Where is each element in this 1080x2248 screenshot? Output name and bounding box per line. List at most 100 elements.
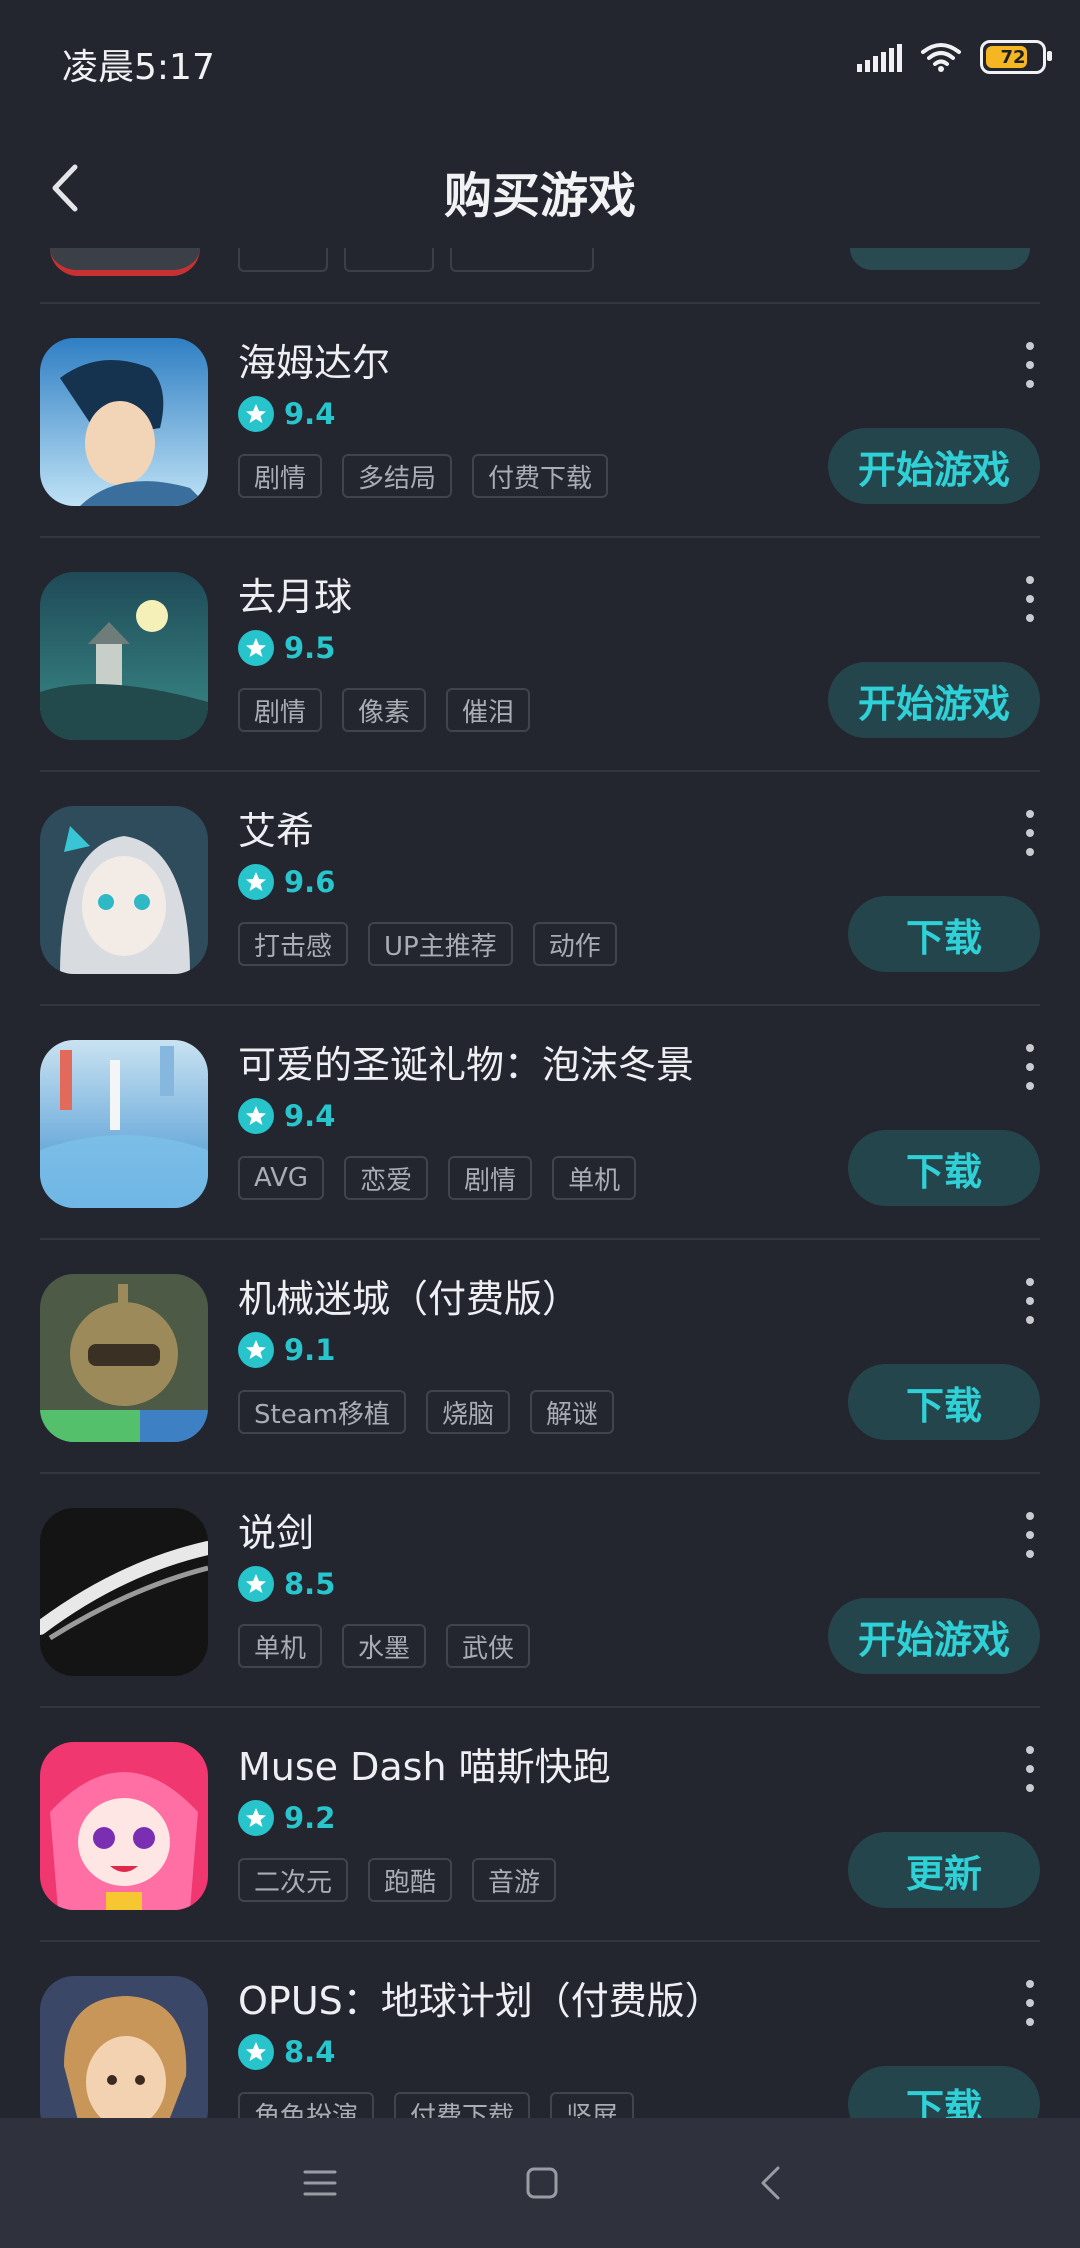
rating: 9.2 — [238, 1800, 335, 1836]
list-item[interactable]: Muse Dash 喵斯快跑 9.2 二次元 跑酷 音游 更新 — [0, 1708, 1080, 1940]
more-options-icon[interactable] — [1024, 1044, 1036, 1090]
tag[interactable]: 催泪 — [446, 688, 531, 732]
app-icon[interactable] — [40, 572, 208, 740]
rating: 8.5 — [238, 1566, 335, 1602]
download-button[interactable]: 下载 — [848, 1364, 1040, 1440]
rating-value: 9.1 — [284, 1333, 336, 1367]
tag[interactable]: 多结局 — [342, 454, 453, 498]
list-item[interactable]: 去月球 9.5 剧情 像素 催泪 开始游戏 — [0, 538, 1080, 770]
tag-list: Steam移植 烧脑 解谜 — [238, 1390, 614, 1434]
tag[interactable]: 武侠 — [446, 1624, 531, 1668]
tag[interactable]: 音游 — [472, 1858, 557, 1902]
header: 购买游戏 — [0, 118, 1080, 248]
star-icon — [238, 630, 274, 666]
tag-list: 二次元 跑酷 音游 — [238, 1858, 557, 1902]
start-game-button[interactable]: 开始游戏 — [828, 1598, 1040, 1674]
app-name: 可爱的圣诞礼物：泡沫冬景 — [238, 1043, 695, 1087]
list-item-partial[interactable] — [40, 248, 1040, 304]
tag[interactable]: 恋爱 — [344, 1156, 429, 1200]
more-options-icon[interactable] — [1024, 810, 1036, 856]
app-icon[interactable] — [40, 1742, 208, 1910]
tag[interactable]: 剧情 — [238, 688, 323, 732]
app-icon[interactable] — [40, 1274, 208, 1442]
star-icon — [238, 1332, 274, 1368]
tag[interactable]: 动作 — [532, 922, 617, 966]
rating: 9.5 — [238, 630, 335, 666]
tag[interactable]: 解谜 — [529, 1390, 614, 1434]
star-icon — [238, 1566, 274, 1602]
game-list[interactable]: 海姆达尔 9.4 剧情 多结局 付费下载 开始游戏 去月球 9.5 剧情 像素 … — [0, 248, 1080, 2118]
rating-value: 9.6 — [284, 865, 336, 899]
rating-value: 8.5 — [284, 1567, 336, 1601]
tag[interactable]: 像素 — [342, 688, 427, 732]
more-options-icon[interactable] — [1024, 1512, 1036, 1558]
tag[interactable]: 付费下载 — [472, 454, 609, 498]
action-button-partial[interactable] — [850, 248, 1030, 270]
rating: 9.4 — [238, 396, 335, 432]
tag-list: 剧情 多结局 付费下载 — [238, 454, 609, 498]
app-name: OPUS：地球计划（付费版） — [238, 1979, 723, 2023]
back-icon[interactable] — [740, 2158, 800, 2208]
tag[interactable]: 剧情 — [238, 454, 323, 498]
tag[interactable]: UP主推荐 — [368, 922, 513, 966]
update-button[interactable]: 更新 — [848, 1832, 1040, 1908]
page-title: 购买游戏 — [443, 168, 636, 224]
tag[interactable]: 剧情 — [448, 1156, 533, 1200]
tag[interactable]: 烧脑 — [425, 1390, 510, 1434]
wifi-icon — [921, 43, 961, 72]
app-icon[interactable] — [40, 1508, 208, 1676]
star-icon — [238, 396, 274, 432]
home-icon[interactable] — [512, 2158, 572, 2208]
list-item[interactable]: 可爱的圣诞礼物：泡沫冬景 9.4 AVG 恋爱 剧情 单机 下载 — [0, 1006, 1080, 1238]
rating: 8.4 — [238, 2034, 335, 2070]
menu-icon[interactable] — [290, 2158, 350, 2208]
app-icon[interactable] — [40, 806, 208, 974]
list-item[interactable]: 艾希 9.6 打击感 UP主推荐 动作 下载 — [0, 772, 1080, 1004]
tag[interactable]: AVG — [238, 1156, 325, 1200]
rating: 9.4 — [238, 1098, 335, 1134]
tag[interactable]: 付费下载 — [394, 2092, 531, 2118]
star-icon — [238, 1098, 274, 1134]
more-options-icon[interactable] — [1024, 1746, 1036, 1792]
status-icons: 72 — [857, 40, 1052, 74]
app-name: 艾希 — [238, 809, 315, 853]
rating-value: 9.5 — [284, 631, 336, 665]
list-item[interactable]: 机械迷城（付费版） 9.1 Steam移植 烧脑 解谜 下载 — [0, 1240, 1080, 1472]
tag[interactable]: 单机 — [552, 1156, 637, 1200]
status-bar: 凌晨5:17 72 — [0, 0, 1080, 118]
tag[interactable]: 单机 — [238, 1624, 323, 1668]
app-name: 机械迷城（付费版） — [238, 1277, 581, 1321]
app-icon[interactable] — [40, 1976, 208, 2118]
battery-level: 72 — [1000, 46, 1026, 68]
start-game-button[interactable]: 开始游戏 — [828, 662, 1040, 738]
tag-list: AVG 恋爱 剧情 单机 — [238, 1156, 637, 1200]
tag-list: 打击感 UP主推荐 动作 — [238, 922, 617, 966]
signal-icon — [857, 42, 902, 72]
list-item[interactable]: 说剑 8.5 单机 水墨 武侠 开始游戏 — [0, 1474, 1080, 1706]
app-name: 说剑 — [238, 1511, 315, 1555]
tag-list: 角色扮演 付费下载 坚屏 — [238, 2092, 635, 2118]
tag[interactable]: Steam移植 — [238, 1390, 406, 1434]
download-button[interactable]: 下载 — [848, 1130, 1040, 1206]
system-nav-bar — [0, 2118, 1080, 2248]
download-button[interactable]: 下载 — [848, 2066, 1040, 2118]
tag[interactable]: 二次元 — [238, 1858, 349, 1902]
more-options-icon[interactable] — [1024, 576, 1036, 622]
tag[interactable]: 跑酷 — [368, 1858, 453, 1902]
more-options-icon[interactable] — [1024, 1980, 1036, 2026]
tag[interactable]: 角色扮演 — [238, 2092, 375, 2118]
download-button[interactable]: 下载 — [848, 896, 1040, 972]
app-icon[interactable] — [40, 338, 208, 506]
tag[interactable]: 水墨 — [342, 1624, 427, 1668]
start-game-button[interactable]: 开始游戏 — [828, 428, 1040, 504]
list-item[interactable]: OPUS：地球计划（付费版） 8.4 角色扮演 付费下载 坚屏 下载 — [0, 1942, 1080, 2118]
tag[interactable]: 坚屏 — [550, 2092, 635, 2118]
app-icon[interactable] — [40, 1040, 208, 1208]
list-item[interactable]: 海姆达尔 9.4 剧情 多结局 付费下载 开始游戏 — [0, 304, 1080, 536]
tag-list: 单机 水墨 武侠 — [238, 1624, 531, 1668]
more-options-icon[interactable] — [1024, 1278, 1036, 1324]
rating-value: 8.4 — [284, 2035, 336, 2069]
more-options-icon[interactable] — [1024, 342, 1036, 388]
tag[interactable]: 打击感 — [238, 922, 349, 966]
rating-value: 9.2 — [284, 1801, 336, 1835]
